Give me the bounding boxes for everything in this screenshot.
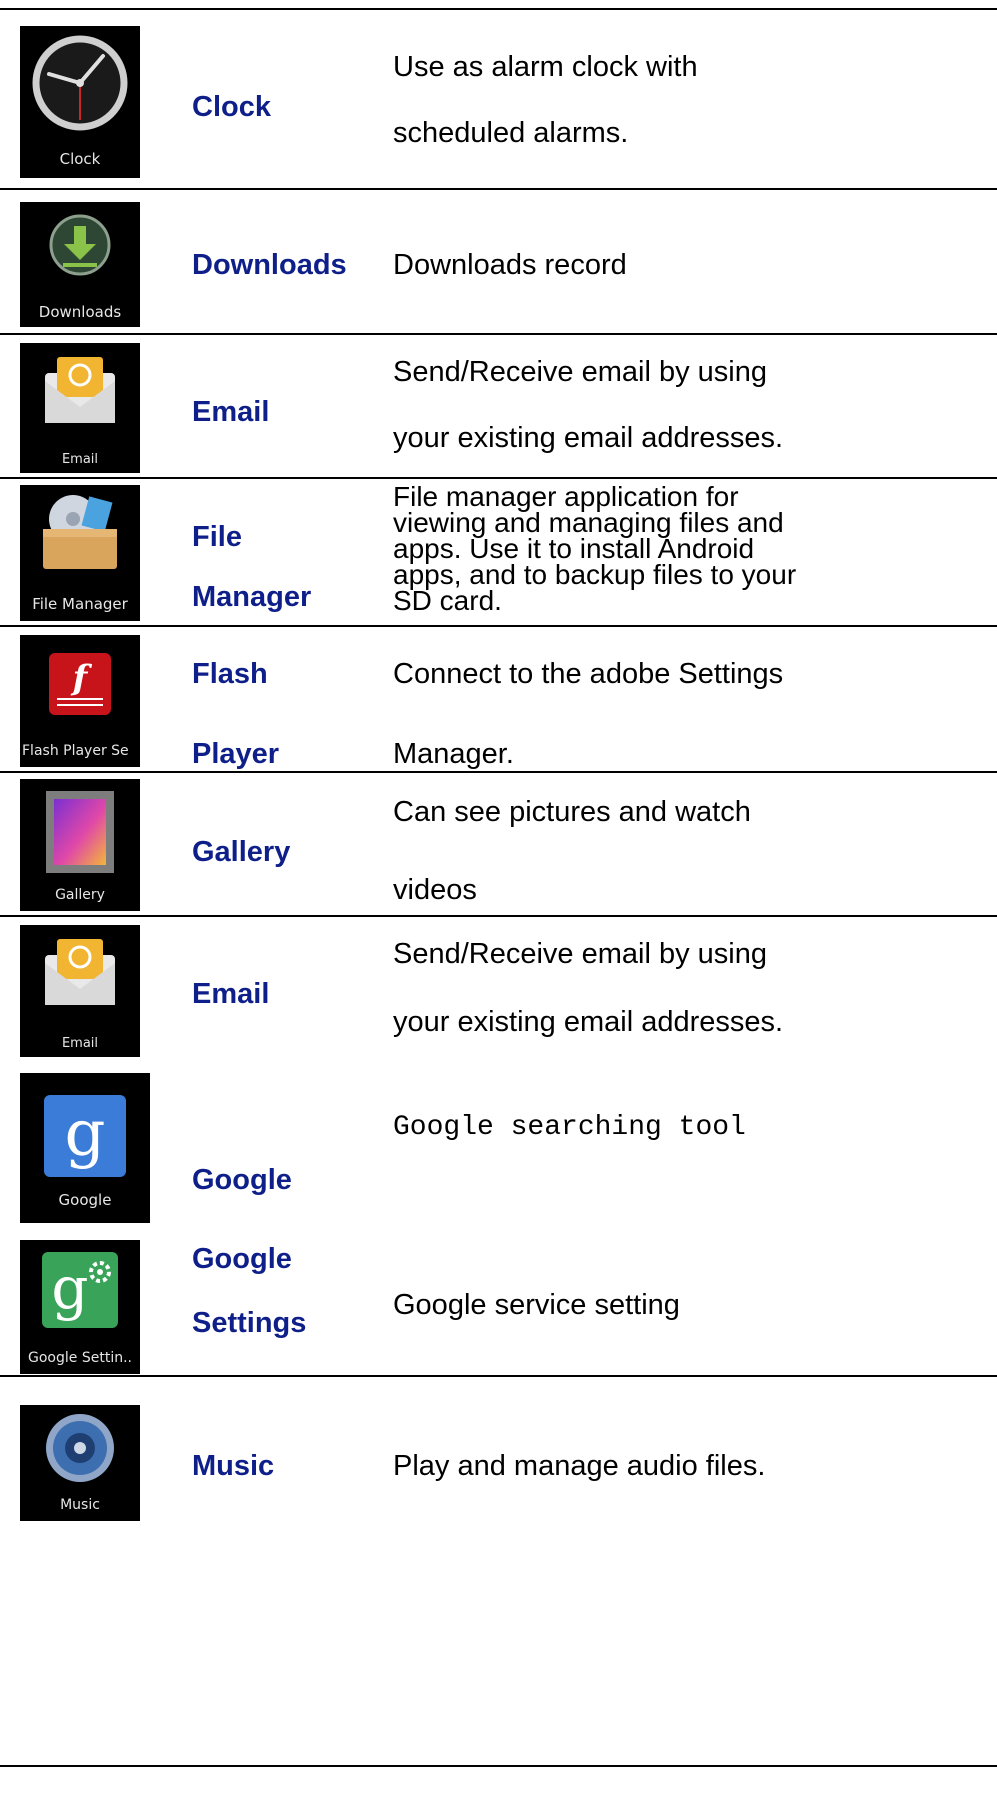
tile-caption: Google Settin.. <box>28 1350 132 1366</box>
gallery-icon <box>46 791 114 873</box>
app-name: Email <box>192 978 270 1010</box>
app-row-downloads: Downloads Downloads Downloads record <box>0 188 997 333</box>
tile-caption: Email <box>61 1036 99 1051</box>
app-row-email: Email Email Send/Receive email by using … <box>0 333 997 477</box>
google-icon: g <box>44 1095 126 1177</box>
email-tile[interactable]: Email <box>20 343 140 473</box>
google-tile[interactable]: g Google <box>20 1073 150 1223</box>
app-name: Gallery <box>192 836 291 868</box>
svg-text:g: g <box>51 1254 88 1322</box>
app-description: Play and manage audio files. <box>393 1450 766 1482</box>
svg-text:g: g <box>65 1097 106 1171</box>
music-icon <box>46 1414 114 1482</box>
app-description: Send/Receive email by using your existin… <box>393 356 784 454</box>
clock-icon <box>32 35 128 131</box>
app-name: Downloads <box>192 249 347 281</box>
app-row-clock: Clock Clock Use as alarm clock with sche… <box>0 8 997 188</box>
music-tile[interactable]: Music <box>20 1405 140 1521</box>
app-name: Email <box>192 396 270 428</box>
flash-player-icon: f <box>49 653 111 715</box>
file-manager-tile[interactable]: File Manager <box>20 485 140 621</box>
app-description: Google service setting <box>393 1289 680 1321</box>
app-row-email: Email Email Send/Receive email by using … <box>0 915 997 1063</box>
app-description: Downloads record <box>393 249 627 281</box>
email-icon <box>45 357 115 423</box>
email-icon <box>45 939 115 1005</box>
app-row-google: g Google Google Google searching tool <box>0 1063 997 1230</box>
gallery-tile[interactable]: Gallery <box>20 779 140 911</box>
tile-caption: Google <box>58 1191 112 1209</box>
tile-caption: Gallery <box>55 887 105 903</box>
flash-player-tile[interactable]: f Flash Player Se <box>20 635 140 767</box>
tile-caption: Email <box>61 452 99 467</box>
tile-caption: Downloads <box>38 303 122 321</box>
app-row-music: Music Music Play and manage audio files. <box>0 1375 997 1767</box>
google-settings-icon: g <box>42 1252 118 1328</box>
app-row-google-settings: g Google Settin.. Google Settings Google… <box>0 1230 997 1375</box>
app-description: Can see pictures and watch videos <box>393 796 751 906</box>
app-row-file-manager: File Manager File Manager File manager a… <box>0 477 997 625</box>
app-description: Google searching tool <box>393 1112 746 1143</box>
app-name: Music <box>192 1450 275 1482</box>
tile-caption: Clock <box>59 150 101 168</box>
app-name: Google <box>192 1164 292 1196</box>
app-description: Connect to the adobe Settings Manager. <box>393 658 784 770</box>
tile-caption: Music <box>60 1497 100 1513</box>
download-icon <box>49 214 111 276</box>
app-description: Use as alarm clock with scheduled alarms… <box>393 51 698 149</box>
email-tile[interactable]: Email <box>20 925 140 1057</box>
downloads-tile[interactable]: Downloads <box>20 202 140 327</box>
app-name: File Manager <box>192 521 312 613</box>
app-description: File manager application for viewing and… <box>393 481 797 616</box>
app-row-gallery: Gallery Gallery Can see pictures and wat… <box>0 771 997 915</box>
app-name: Clock <box>192 91 271 123</box>
tile-caption: File Manager <box>32 595 128 613</box>
app-name: Google Settings <box>192 1243 307 1339</box>
google-settings-tile[interactable]: g Google Settin.. <box>20 1240 140 1374</box>
tile-caption: Flash Player Se <box>22 743 129 759</box>
clock-tile[interactable]: Clock <box>20 26 140 178</box>
app-description: Send/Receive email by using your existin… <box>393 938 784 1038</box>
app-name: Flash Player <box>192 658 280 770</box>
app-row-flash-player: f Flash Player Se Flash Player Connect t… <box>0 625 997 771</box>
file-manager-icon <box>43 495 117 569</box>
